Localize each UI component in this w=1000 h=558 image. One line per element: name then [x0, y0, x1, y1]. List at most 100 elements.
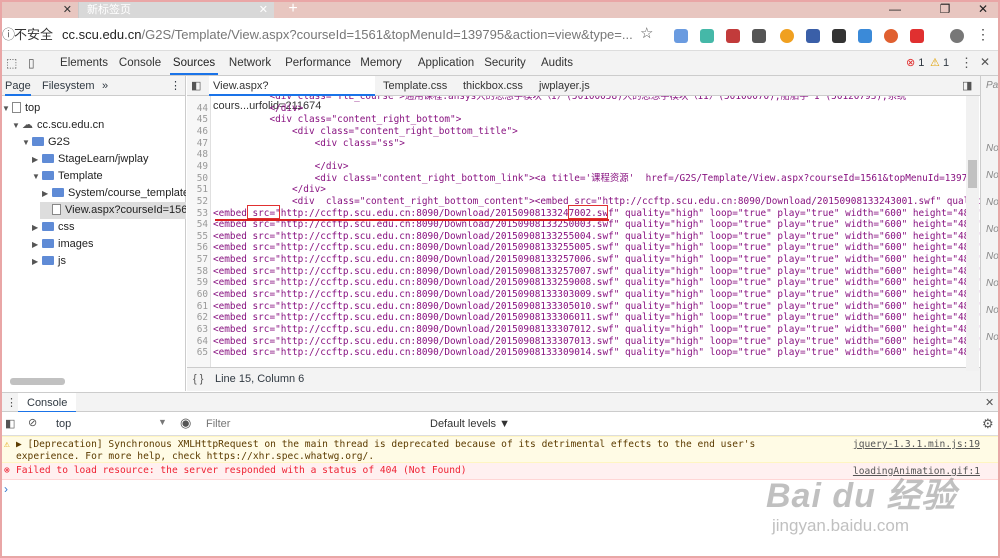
- close-drawer-icon[interactable]: ✕: [985, 396, 994, 409]
- navigator-menu-icon[interactable]: ⋮: [170, 76, 181, 96]
- toggle-navigator-icon[interactable]: ◧: [191, 79, 201, 92]
- clear-console-icon[interactable]: ⊘: [28, 416, 37, 429]
- tab-memory[interactable]: Memory: [356, 51, 406, 75]
- ext-diamond-icon[interactable]: [700, 29, 714, 43]
- editor-tab-thickbox-css[interactable]: thickbox.css: [463, 76, 527, 96]
- line-number[interactable]: 62: [187, 312, 208, 324]
- tree-item-folder[interactable]: ▶ images: [32, 236, 93, 253]
- pdf-ext-icon[interactable]: [726, 29, 740, 43]
- omnibox[interactable]: ⓘ 不安全 cc.scu.edu.cn/G2S/Template/View.as…: [0, 24, 662, 46]
- line-number[interactable]: 59: [187, 277, 208, 289]
- avatar[interactable]: [950, 29, 964, 43]
- restore-icon[interactable]: ❐: [930, 1, 960, 19]
- url-text: cc.scu.edu.cn/G2S/Template/View.aspx?cou…: [62, 24, 633, 46]
- line-number[interactable]: 63: [187, 324, 208, 336]
- drawer-tab-console[interactable]: Console: [18, 393, 77, 413]
- tab-performance[interactable]: Performance: [282, 51, 354, 75]
- drawer-menu-icon[interactable]: ⋮: [6, 396, 17, 409]
- tab-audits[interactable]: Audits: [536, 51, 578, 75]
- close-tab-icon[interactable]: ✕: [63, 1, 72, 19]
- more-tabs-icon[interactable]: »: [102, 76, 108, 96]
- inspect-icon[interactable]: ⬚: [6, 56, 17, 70]
- close-devtools-icon[interactable]: ✕: [980, 55, 990, 69]
- tab-console[interactable]: Console: [113, 51, 167, 75]
- tree-item-folder[interactable]: ▶ js: [32, 253, 66, 270]
- bookmark-star-icon[interactable]: ☆: [640, 24, 653, 42]
- ext-square-icon[interactable]: [806, 29, 820, 43]
- line-number[interactable]: 58: [187, 266, 208, 278]
- context-selector[interactable]: top: [56, 418, 71, 430]
- tree-item-domain[interactable]: ▼ ☁ cc.scu.edu.cn: [12, 117, 104, 134]
- editor-tab-template-css[interactable]: Template.css: [383, 76, 447, 96]
- ext-orange-icon[interactable]: [884, 29, 898, 43]
- tab-page[interactable]: Page: [5, 76, 31, 96]
- filter-input[interactable]: [206, 415, 421, 433]
- error-count-badge[interactable]: ⊗ 1: [906, 56, 924, 69]
- new-tab-button[interactable]: +: [284, 1, 302, 19]
- error-icon: ⊗: [4, 465, 10, 476]
- menu-icon[interactable]: ⋮: [976, 26, 990, 43]
- download-ext-icon[interactable]: [674, 29, 688, 43]
- more-options-icon[interactable]: ⋮: [960, 55, 973, 71]
- code-area[interactable]: <div class="TlE_course">通用课程:ansys大的思想学模…: [187, 96, 980, 367]
- line-number[interactable]: 48: [187, 149, 208, 161]
- tab-sources[interactable]: Sources: [170, 51, 218, 75]
- tree-item-folder[interactable]: ▼ Template: [32, 168, 103, 185]
- eye-icon[interactable]: ◉: [180, 415, 191, 431]
- code-line: 65 <embed src="http://ccftp.scu.edu.cn:80…: [187, 347, 980, 359]
- close-tab-icon[interactable]: ✕: [259, 1, 268, 19]
- tab-application[interactable]: Application: [414, 51, 478, 75]
- tree-item-folder[interactable]: ▶ css: [32, 219, 75, 236]
- editor-tab-view-aspx[interactable]: View.aspx?cours...urfolid=211674: [209, 76, 375, 112]
- line-number[interactable]: 55: [187, 231, 208, 243]
- line-number[interactable]: 61: [187, 301, 208, 313]
- line-number[interactable]: 64: [187, 336, 208, 348]
- chrome-ext-icon[interactable]: [780, 29, 794, 43]
- sidebar-toggle-icon[interactable]: ◧: [5, 417, 15, 430]
- chevron-down-icon[interactable]: ▼: [158, 417, 167, 427]
- vertical-scrollbar[interactable]: [968, 160, 977, 188]
- horizontal-scrollbar[interactable]: [10, 378, 65, 385]
- toggle-debugger-icon[interactable]: ◨: [962, 79, 972, 92]
- warning-icon: ⚠: [4, 439, 10, 450]
- close-window-icon[interactable]: ✕: [968, 1, 998, 19]
- tree-item-folder[interactable]: ▶ StageLearn/jwplay: [32, 151, 149, 168]
- line-number[interactable]: 65: [187, 347, 208, 359]
- minimize-icon[interactable]: —: [880, 1, 910, 19]
- line-number[interactable]: 60: [187, 289, 208, 301]
- tree-item-top[interactable]: ▼ top: [2, 100, 40, 117]
- log-levels-dropdown[interactable]: Default levels ▼: [430, 418, 510, 430]
- image-ext-icon[interactable]: [752, 29, 766, 43]
- tab-filesystem[interactable]: Filesystem: [42, 76, 95, 96]
- line-number[interactable]: 52: [187, 196, 208, 208]
- message-source-link[interactable]: jquery-1.3.1.min.js:19: [853, 439, 980, 451]
- gear-icon[interactable]: ⚙: [982, 416, 994, 432]
- warning-count-badge[interactable]: ⚠ 1: [930, 56, 949, 69]
- ext-red-icon[interactable]: [910, 29, 924, 43]
- browser-tab-new[interactable]: 新标签页 ✕: [78, 1, 274, 19]
- pretty-print-icon[interactable]: { }: [193, 368, 203, 390]
- line-number[interactable]: 56: [187, 242, 208, 254]
- tree-item-folder[interactable]: ▶ System/course_template_C: [42, 185, 186, 202]
- line-number[interactable]: 49: [187, 161, 208, 173]
- line-number[interactable]: 47: [187, 138, 208, 150]
- device-toolbar-icon[interactable]: ▯: [28, 56, 35, 70]
- line-number[interactable]: 54: [187, 219, 208, 231]
- line-number[interactable]: 45: [187, 114, 208, 126]
- editor-tab-jwplayer-js[interactable]: jwplayer.js: [539, 76, 609, 96]
- console-prompt[interactable]: ›: [4, 482, 8, 496]
- tab-elements[interactable]: Elements: [55, 51, 113, 75]
- tree-item-file-selected[interactable]: View.aspx?courseId=15618: [40, 202, 186, 219]
- tab-network[interactable]: Network: [222, 51, 278, 75]
- tree-item-folder[interactable]: ▼ G2S: [22, 134, 70, 151]
- tab-security[interactable]: Security: [484, 51, 526, 75]
- ext-blue-icon[interactable]: [858, 29, 872, 43]
- browser-tab-current[interactable]: ✕: [0, 1, 78, 19]
- ext-dark-icon[interactable]: [832, 29, 846, 43]
- line-number[interactable]: 44: [187, 103, 208, 115]
- line-number[interactable]: 46: [187, 126, 208, 138]
- line-number[interactable]: 50: [187, 173, 208, 185]
- line-number[interactable]: 53: [187, 208, 208, 220]
- line-number[interactable]: 57: [187, 254, 208, 266]
- line-number[interactable]: 51: [187, 184, 208, 196]
